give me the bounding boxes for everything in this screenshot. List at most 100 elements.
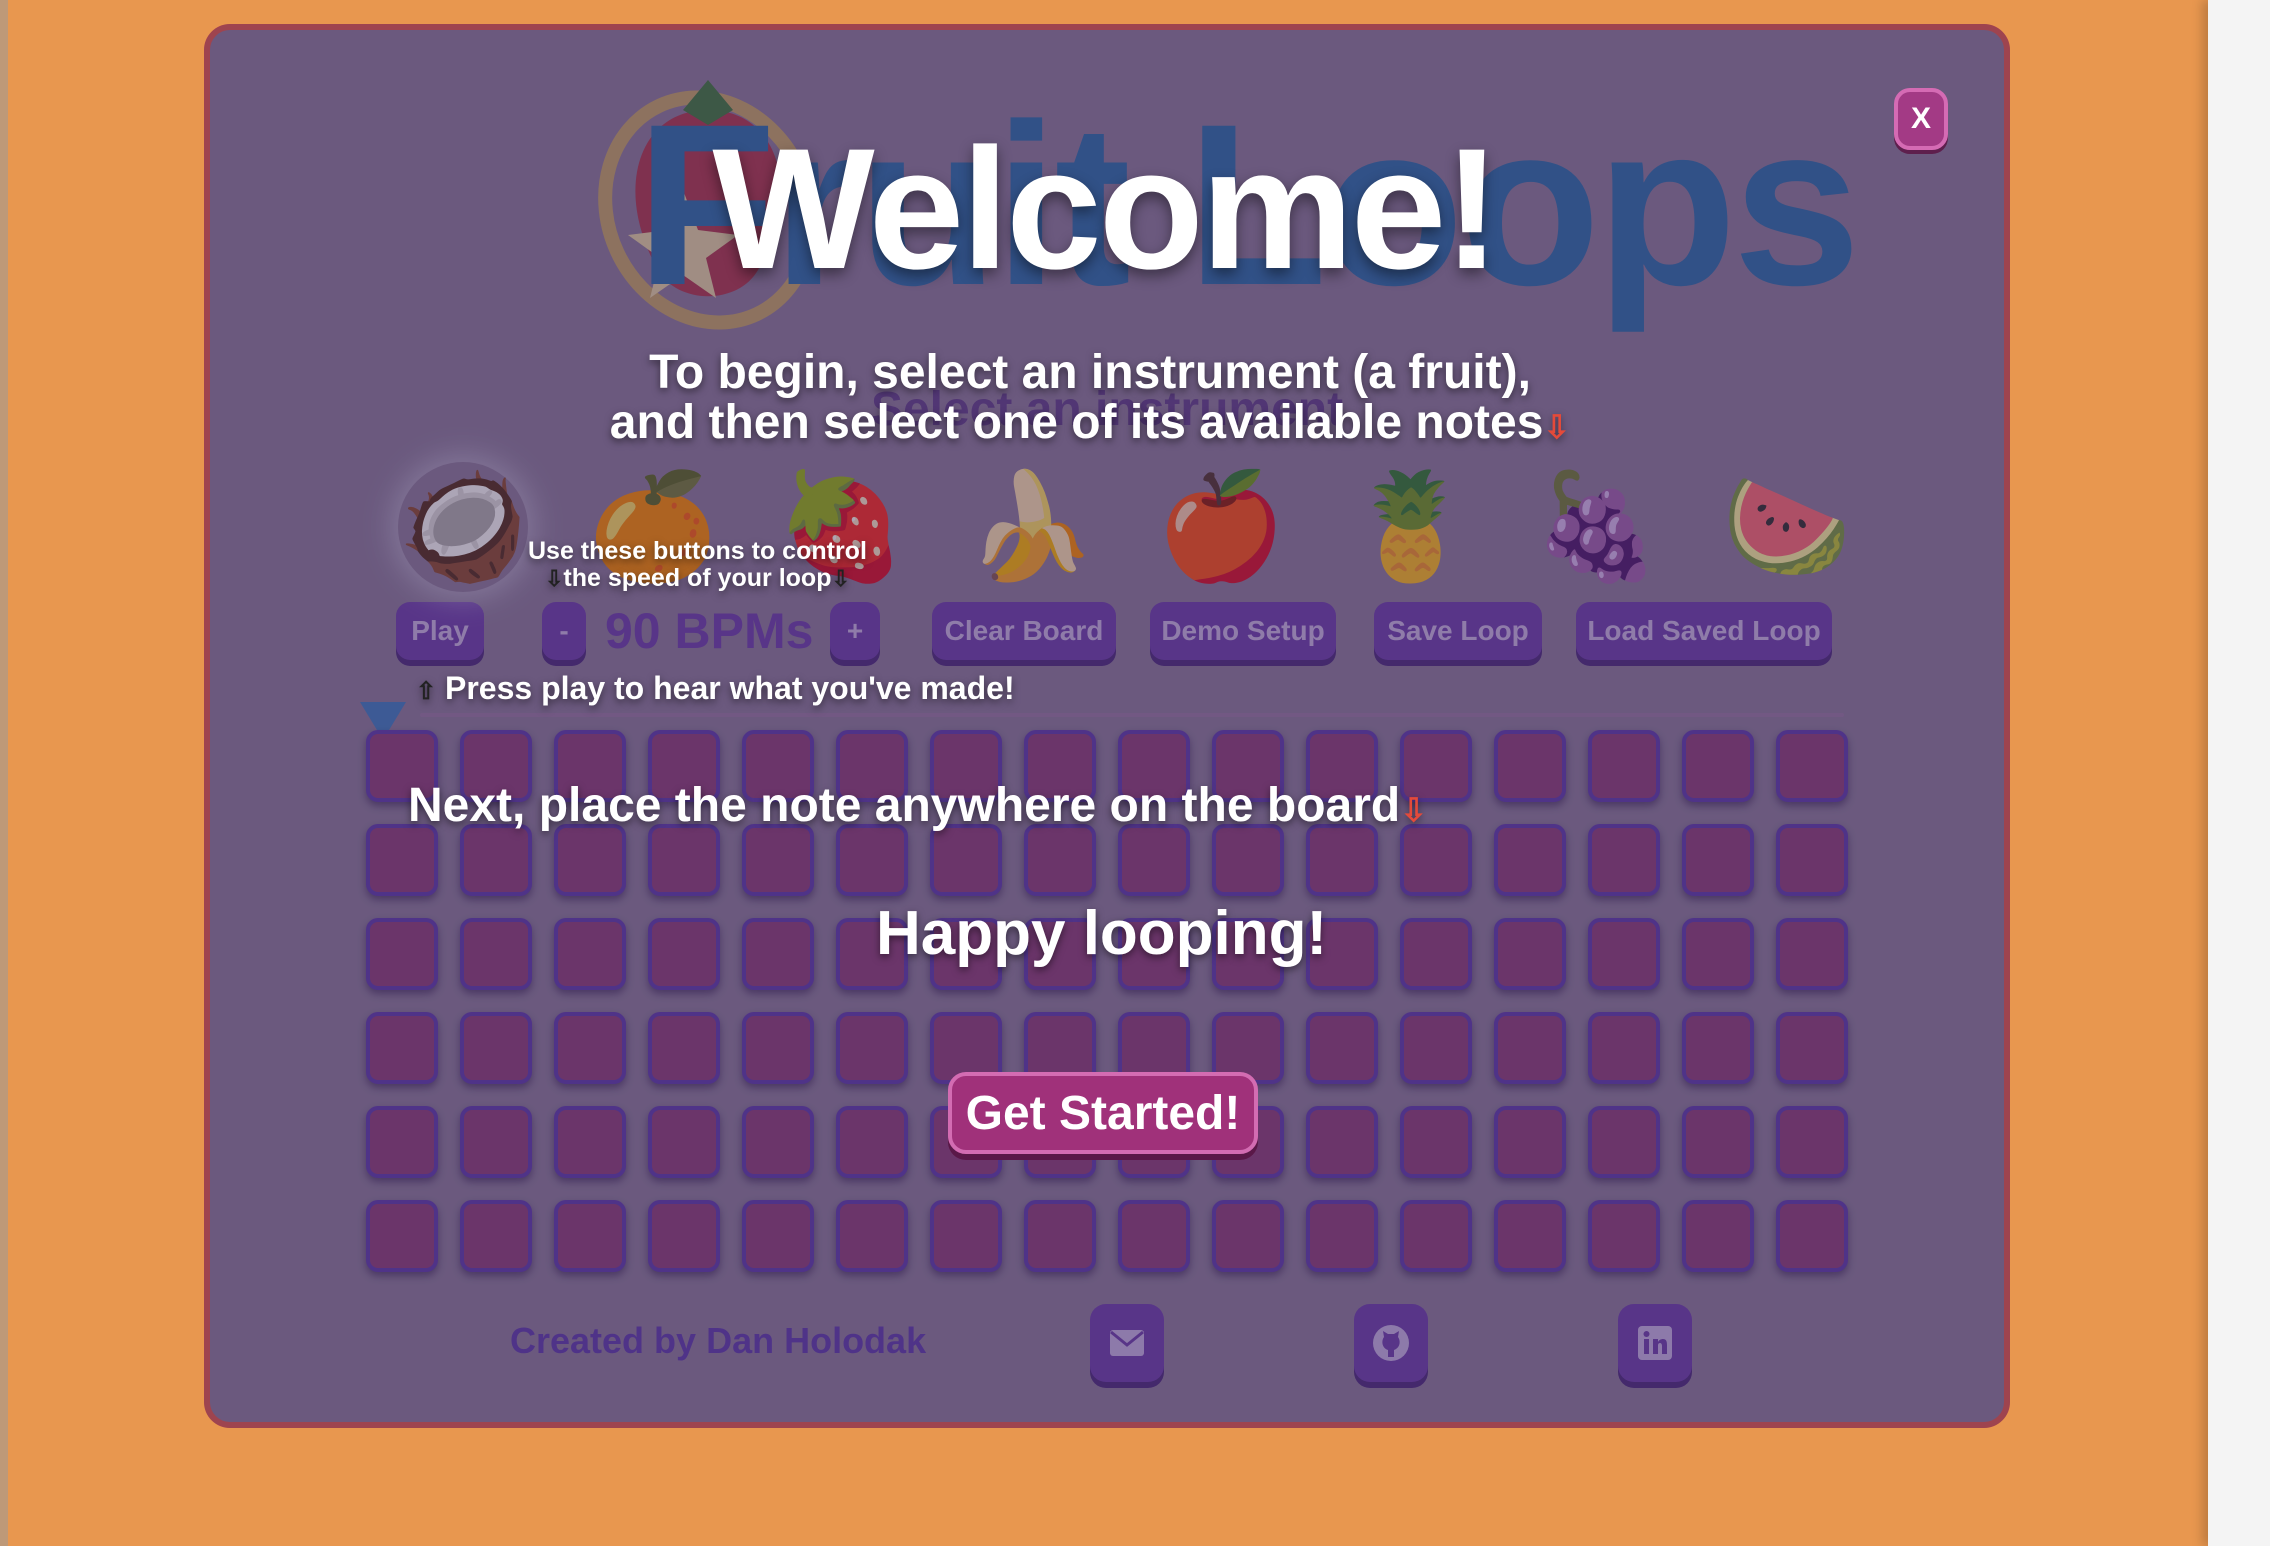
board-cell[interactable] xyxy=(460,1200,532,1272)
board-cell[interactable] xyxy=(1306,1200,1378,1272)
board-cell[interactable] xyxy=(460,918,532,990)
board-cell[interactable] xyxy=(366,1012,438,1084)
board-cell[interactable] xyxy=(1400,1200,1472,1272)
board-cell[interactable] xyxy=(1588,918,1660,990)
board-cell[interactable] xyxy=(554,1012,626,1084)
board-cell[interactable] xyxy=(648,824,720,896)
board-cell[interactable] xyxy=(648,1012,720,1084)
up-arrow-icon: ⇧ xyxy=(416,678,437,705)
close-modal-button[interactable]: X xyxy=(1894,88,1948,150)
fruit-watermelon[interactable]: 🍉 xyxy=(1722,462,1852,592)
github-link[interactable] xyxy=(1354,1304,1428,1382)
board-cell[interactable] xyxy=(1682,918,1754,990)
instructions-line-2: and then select one of its available not… xyxy=(0,398,2180,452)
board-cell[interactable] xyxy=(1024,824,1096,896)
board-cell[interactable] xyxy=(1118,1200,1190,1272)
board-cell[interactable] xyxy=(1494,1012,1566,1084)
bpm-increase-button[interactable]: + xyxy=(830,602,880,660)
board-cell[interactable] xyxy=(366,1200,438,1272)
play-button[interactable]: Play xyxy=(396,602,484,660)
board-cell[interactable] xyxy=(1588,1012,1660,1084)
bpm-decrease-button[interactable]: - xyxy=(542,602,586,660)
board-cell[interactable] xyxy=(1776,918,1848,990)
board-cell[interactable] xyxy=(742,824,814,896)
board-cell[interactable] xyxy=(460,1106,532,1178)
board-cell[interactable] xyxy=(742,1106,814,1178)
board-cell[interactable] xyxy=(836,1200,908,1272)
board-cell[interactable] xyxy=(1494,730,1566,802)
board-cell[interactable] xyxy=(1118,824,1190,896)
board-cell[interactable] xyxy=(1682,824,1754,896)
mail-icon xyxy=(1110,1330,1144,1356)
bpm-hint: Use these buttons to control ⇩the speed … xyxy=(528,538,867,592)
email-link[interactable] xyxy=(1090,1304,1164,1382)
board-cell[interactable] xyxy=(1400,1106,1472,1178)
board-cell[interactable] xyxy=(554,1200,626,1272)
board-cell[interactable] xyxy=(1588,1200,1660,1272)
get-started-button[interactable]: Get Started! xyxy=(948,1072,1258,1154)
board-cell[interactable] xyxy=(1776,1012,1848,1084)
board-cell[interactable] xyxy=(1588,824,1660,896)
board-cell[interactable] xyxy=(366,824,438,896)
board-cell[interactable] xyxy=(1400,918,1472,990)
board-cell[interactable] xyxy=(366,1106,438,1178)
board-cell[interactable] xyxy=(1400,824,1472,896)
board-cell[interactable] xyxy=(836,1012,908,1084)
down-arrow-icon: ⇩ xyxy=(544,566,564,591)
board-cell[interactable] xyxy=(1494,1200,1566,1272)
board-cell[interactable] xyxy=(1400,1012,1472,1084)
board-cell[interactable] xyxy=(1494,824,1566,896)
board-cell[interactable] xyxy=(1306,824,1378,896)
fruit-pineapple[interactable]: 🍍 xyxy=(1346,462,1476,592)
instructions-line-1: To begin, select an instrument (a fruit)… xyxy=(649,346,1531,399)
board-cell[interactable] xyxy=(1776,730,1848,802)
author-credit: Created by Dan Holodak xyxy=(510,1320,927,1361)
board-cell[interactable] xyxy=(1588,1106,1660,1178)
board-cell[interactable] xyxy=(554,918,626,990)
board-cell[interactable] xyxy=(1682,1106,1754,1178)
linkedin-icon xyxy=(1638,1326,1672,1360)
fruit-banana[interactable]: 🍌 xyxy=(966,462,1096,592)
board-cell[interactable] xyxy=(1776,824,1848,896)
play-hint-text: Press play to hear what you've made! xyxy=(445,670,1015,706)
fruit-apple[interactable]: 🍎 xyxy=(1156,462,1286,592)
board-cell[interactable] xyxy=(1776,1200,1848,1272)
board-cell[interactable] xyxy=(930,824,1002,896)
board-cell[interactable] xyxy=(1212,1200,1284,1272)
board-cell[interactable] xyxy=(742,1200,814,1272)
bpm-display: 90 BPMs xyxy=(605,603,814,659)
board-cell[interactable] xyxy=(1682,730,1754,802)
board-cell[interactable] xyxy=(742,918,814,990)
board-cell[interactable] xyxy=(366,918,438,990)
board-cell[interactable] xyxy=(460,824,532,896)
save-loop-button[interactable]: Save Loop xyxy=(1374,602,1542,660)
load-saved-loop-button[interactable]: Load Saved Loop xyxy=(1576,602,1832,660)
board-cell[interactable] xyxy=(648,1106,720,1178)
board-cell[interactable] xyxy=(1682,1012,1754,1084)
board-cell[interactable] xyxy=(1212,824,1284,896)
board-cell[interactable] xyxy=(742,1012,814,1084)
clear-board-button[interactable]: Clear Board xyxy=(932,602,1116,660)
down-arrow-icon: ⇩ xyxy=(831,566,850,591)
board-cell[interactable] xyxy=(648,1200,720,1272)
board-cell[interactable] xyxy=(1306,1106,1378,1178)
fruit-coconut[interactable]: 🥥 xyxy=(398,462,528,592)
board-cell[interactable] xyxy=(460,1012,532,1084)
fruit-grapes[interactable]: 🍇 xyxy=(1532,462,1662,592)
board-cell[interactable] xyxy=(836,1106,908,1178)
board-cell[interactable] xyxy=(930,1200,1002,1272)
board-cell[interactable] xyxy=(836,824,908,896)
demo-setup-button[interactable]: Demo Setup xyxy=(1150,602,1336,660)
board-cell[interactable] xyxy=(554,824,626,896)
board-cell[interactable] xyxy=(1494,1106,1566,1178)
board-cell[interactable] xyxy=(1024,1200,1096,1272)
linkedin-link[interactable] xyxy=(1618,1304,1692,1382)
board-cell[interactable] xyxy=(554,1106,626,1178)
board-cell[interactable] xyxy=(648,918,720,990)
bpm-hint-line-1: Use these buttons to control xyxy=(528,537,867,565)
board-cell[interactable] xyxy=(1682,1200,1754,1272)
board-cell[interactable] xyxy=(1588,730,1660,802)
board-cell[interactable] xyxy=(1306,1012,1378,1084)
board-cell[interactable] xyxy=(1776,1106,1848,1178)
board-cell[interactable] xyxy=(1494,918,1566,990)
